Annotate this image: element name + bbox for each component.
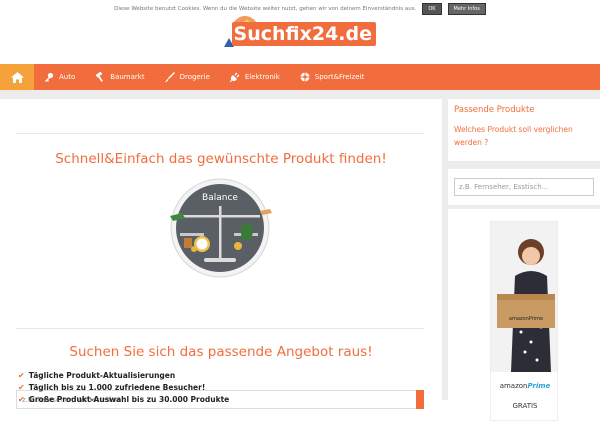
sidebar-widget-products: Passende Produkte Welches Produkt soll v… bbox=[448, 99, 600, 161]
home-icon bbox=[10, 71, 24, 83]
cookie-ok-button[interactable]: OK bbox=[422, 3, 442, 15]
plug-icon bbox=[229, 72, 240, 82]
list-item: ✔ Tägliche Produkt-Aktualisierungen bbox=[18, 370, 176, 380]
logo-text: Suchfix24.de bbox=[232, 22, 376, 46]
amazon-prime-logo: amazonPrime bbox=[499, 382, 551, 390]
nav-item-auto[interactable]: Auto bbox=[34, 64, 85, 90]
nav-item-sport-freizeit[interactable]: Sport&Freizeit bbox=[290, 64, 374, 90]
main-content: Schnell&Einfach das gewünschte Produkt f… bbox=[0, 99, 442, 409]
sidebar-search-input[interactable]: z.B. Fernseher, Esstisch... bbox=[454, 178, 594, 196]
list-item: ✔ Große Produkt-Auswahl bis zu 30.000 Pro… bbox=[18, 394, 230, 404]
home-button[interactable] bbox=[0, 64, 34, 90]
key-icon bbox=[44, 72, 54, 82]
ball-icon bbox=[300, 72, 310, 82]
heading-find-product: Schnell&Einfach das gewünschte Produkt f… bbox=[55, 151, 387, 167]
nav-label: Sport&Freizeit bbox=[314, 73, 365, 81]
nav-item-baumarkt[interactable]: Baumarkt bbox=[85, 64, 154, 90]
list-item: ✔ Täglich bis zu 1.000 zufriedene Besuche… bbox=[18, 382, 206, 392]
nav-label: Auto bbox=[59, 73, 76, 81]
sidebar-title: Passende Produkte bbox=[454, 105, 535, 115]
heading-offers: Suchen Sie sich das passende Angebot rau… bbox=[69, 344, 373, 360]
site-logo[interactable]: ★ ★ ★ Suchfix24.de bbox=[224, 16, 376, 50]
brush-icon bbox=[164, 72, 175, 82]
sidebar-widget-search: z.B. Fernseher, Esstisch... bbox=[448, 169, 600, 205]
balance-label: Balance bbox=[202, 193, 238, 203]
ad-gratis-label: GRATIS bbox=[512, 402, 538, 410]
sidebar-ad: amazonPrime amazonPrime GRATIS bbox=[448, 209, 600, 421]
balance-scale-image: Balance bbox=[170, 178, 272, 278]
divider bbox=[16, 133, 424, 134]
cookie-more-info-button[interactable]: Mehr Infos bbox=[447, 3, 486, 15]
main-navigation: Auto Baumarkt Drogerie Elektronik Sport&… bbox=[0, 64, 600, 90]
nav-label: Baumarkt bbox=[110, 73, 145, 81]
checkmark-icon: ✔ bbox=[18, 382, 25, 392]
nav-label: Elektronik bbox=[244, 73, 280, 81]
nav-item-drogerie[interactable]: Drogerie bbox=[155, 64, 220, 90]
sidebar-link[interactable]: Welches Produkt soll verglichen werden ? bbox=[448, 115, 600, 149]
svg-text:amazonPrime: amazonPrime bbox=[509, 316, 543, 322]
checkmark-icon: ✔ bbox=[18, 370, 25, 380]
nav-label: Drogerie bbox=[179, 73, 210, 81]
checkmark-icon: ✔ bbox=[18, 394, 25, 404]
ad-image: amazonPrime bbox=[491, 222, 557, 372]
divider bbox=[16, 328, 424, 329]
cookie-text: Diese Website benutzt Cookies. Wenn du d… bbox=[114, 6, 417, 12]
amazon-prime-ad[interactable]: amazonPrime amazonPrime GRATIS bbox=[490, 221, 558, 421]
nav-item-elektronik[interactable]: Elektronik bbox=[220, 64, 290, 90]
hammer-icon bbox=[95, 72, 105, 82]
